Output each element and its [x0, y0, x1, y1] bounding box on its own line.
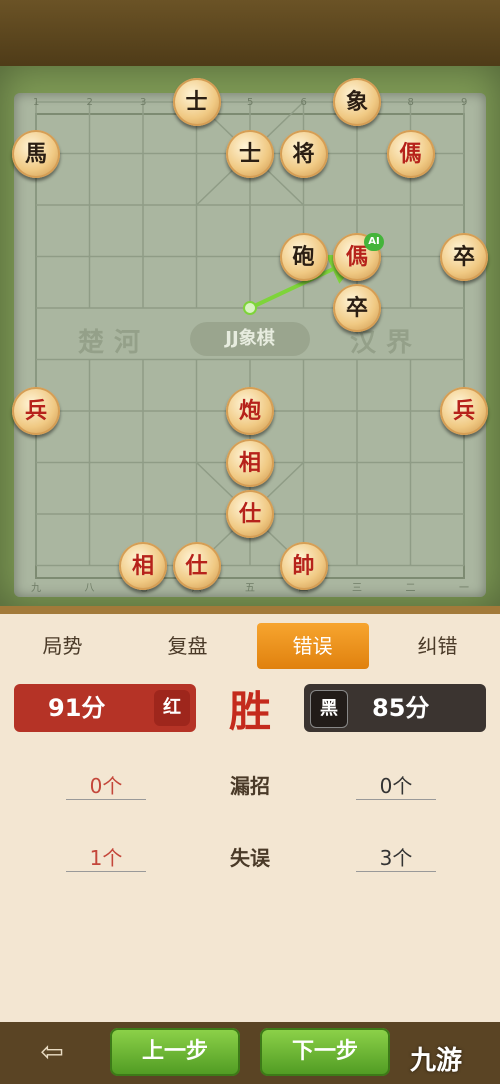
- red-side-badge: 红: [154, 690, 190, 726]
- red-score-panel: 91分 红: [14, 684, 196, 732]
- mistake-label: 失误: [230, 846, 270, 870]
- piece-zu-black[interactable]: 卒: [333, 284, 381, 332]
- piece-pao-black[interactable]: 砲: [279, 232, 328, 281]
- file-number-bottom: 二: [406, 583, 416, 594]
- file-number-bottom: 五: [245, 583, 255, 594]
- tab-situation[interactable]: 局势: [7, 623, 119, 669]
- next-step-button[interactable]: 下一步: [260, 1028, 390, 1076]
- piece-xiang-red-center[interactable]: 相: [226, 438, 274, 487]
- top-bar: [0, 0, 500, 70]
- tab-correction[interactable]: 纠错: [382, 623, 494, 669]
- file-number-top: 1: [33, 97, 39, 108]
- piece-shi-red[interactable]: 仕: [172, 541, 221, 590]
- file-number-top: 3: [140, 97, 146, 108]
- file-number-top: 2: [87, 97, 93, 108]
- missed-move-label: 漏招: [230, 774, 270, 798]
- piece-jiang-black[interactable]: 将: [279, 129, 328, 178]
- file-number-top: 5: [247, 97, 253, 108]
- file-number-top: 6: [301, 97, 307, 108]
- piece-zu-black-right[interactable]: 卒: [440, 232, 488, 281]
- analysis-tabs: 局势 复盘 错误 纠错: [0, 620, 500, 672]
- file-number-bottom: 三: [352, 583, 362, 594]
- file-number-bottom: 八: [85, 583, 95, 594]
- piece-bing-red-left[interactable]: 兵: [12, 387, 60, 435]
- jj-logo: JJ象棋: [190, 322, 310, 356]
- piece-xiang-black[interactable]: 象: [333, 78, 381, 126]
- piece-ma-red-top[interactable]: 傌: [386, 129, 435, 178]
- piece-shi-black[interactable]: 士: [226, 129, 274, 178]
- tab-review[interactable]: 复盘: [132, 623, 244, 669]
- piece-xiang-red[interactable]: 相: [119, 541, 167, 590]
- red-missed-count: 0个: [66, 770, 146, 800]
- black-missed-count: 0个: [356, 770, 436, 800]
- file-number-top: 8: [408, 97, 414, 108]
- file-number-bottom: 一: [459, 583, 469, 594]
- red-score: 91分: [48, 694, 106, 722]
- piece-shuai-red[interactable]: 帥: [279, 541, 328, 590]
- black-score-panel: 黑 85分: [304, 684, 486, 732]
- ai-badge: AI: [364, 233, 384, 251]
- piece-pao-red[interactable]: 炮: [226, 387, 274, 435]
- file-number-bottom: 九: [31, 582, 41, 594]
- piece-bing-red-right[interactable]: 兵: [440, 387, 488, 435]
- file-number-top: 9: [461, 97, 467, 108]
- piece-shi-red-center[interactable]: 仕: [226, 490, 274, 538]
- tab-errors[interactable]: 错误: [256, 623, 369, 669]
- black-mistake-count: 3个: [356, 842, 436, 872]
- exit-icon[interactable]: ⇦: [26, 1030, 78, 1074]
- river-left-text: 楚河: [78, 328, 151, 358]
- prev-step-button[interactable]: 上一步: [110, 1028, 240, 1076]
- black-score: 85分: [372, 694, 430, 722]
- red-mistake-count: 1个: [66, 842, 146, 872]
- piece-shi-black-top[interactable]: 士: [172, 78, 221, 126]
- piece-ma-black[interactable]: 馬: [12, 129, 60, 178]
- result-win: 胜: [228, 687, 271, 736]
- black-side-badge: 黑: [310, 690, 348, 728]
- watermark: 九游: [410, 1046, 463, 1076]
